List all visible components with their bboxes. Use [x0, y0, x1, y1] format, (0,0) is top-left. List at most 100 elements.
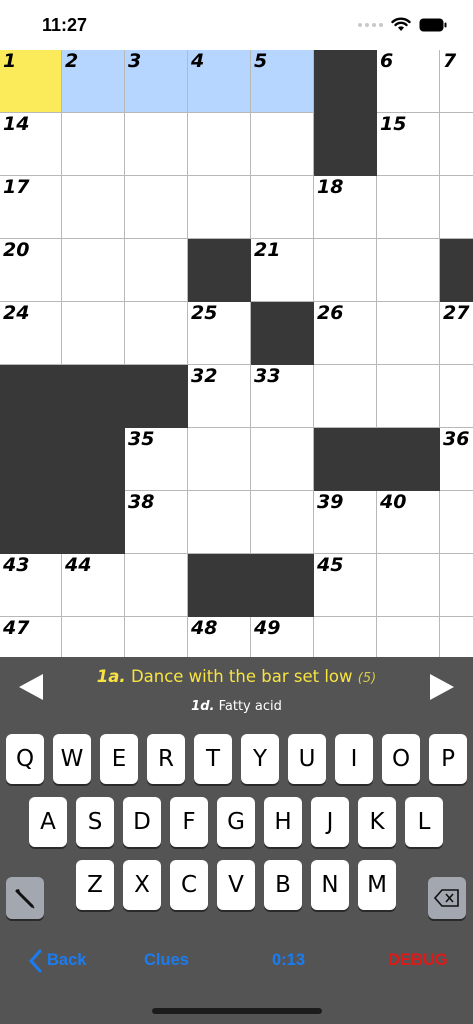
grid-cell[interactable]	[62, 617, 125, 657]
key-h[interactable]: H	[264, 797, 302, 847]
highlighted-word-cell[interactable]: 4	[188, 50, 251, 113]
grid-cell[interactable]	[125, 617, 188, 657]
grid-cell[interactable]	[440, 554, 473, 617]
grid-cell[interactable]	[188, 176, 251, 239]
key-l[interactable]: L	[405, 797, 443, 847]
grid-cell[interactable]: 26	[314, 302, 377, 365]
highlighted-word-cell[interactable]: 3	[125, 50, 188, 113]
key-j[interactable]: J	[311, 797, 349, 847]
grid-cell[interactable]	[377, 239, 440, 302]
key-t[interactable]: T	[194, 734, 232, 784]
grid-cell[interactable]: 18	[314, 176, 377, 239]
grid-cell[interactable]: 25	[188, 302, 251, 365]
grid-cell[interactable]: 7	[440, 50, 473, 113]
grid-cell[interactable]	[251, 428, 314, 491]
grid-cell[interactable]	[377, 365, 440, 428]
grid-cell[interactable]	[62, 176, 125, 239]
grid-cell[interactable]: 48	[188, 617, 251, 657]
key-c[interactable]: C	[170, 860, 208, 910]
key-s[interactable]: S	[76, 797, 114, 847]
grid-cell[interactable]: 24	[0, 302, 62, 365]
grid-cell[interactable]	[62, 239, 125, 302]
debug-button[interactable]: DEBUG	[388, 951, 448, 970]
key-i[interactable]: I	[335, 734, 373, 784]
grid-cell[interactable]: 39	[314, 491, 377, 554]
selected-cell[interactable]: 1	[0, 50, 62, 113]
crossword-grid[interactable]: 1 2 3 4 5 6 7 14 15 17 18 20 21 24 25 26 27 32 33 35 36 38 39 4…	[0, 50, 473, 657]
grid-cell[interactable]	[125, 176, 188, 239]
pencil-key[interactable]	[6, 877, 44, 919]
grid-cell[interactable]	[377, 176, 440, 239]
next-clue-arrow-icon[interactable]	[430, 674, 454, 700]
grid-cell[interactable]: 47	[0, 617, 62, 657]
key-q[interactable]: Q	[6, 734, 44, 784]
grid-cell[interactable]: 17	[0, 176, 62, 239]
key-o[interactable]: O	[382, 734, 420, 784]
delete-key[interactable]	[428, 877, 466, 919]
key-b[interactable]: B	[264, 860, 302, 910]
grid-cell[interactable]	[314, 365, 377, 428]
grid-cell[interactable]	[440, 617, 473, 657]
current-clue[interactable]: 1a. Dance with the bar set low (5)	[0, 667, 473, 686]
grid-cell[interactable]	[62, 113, 125, 176]
key-v[interactable]: V	[217, 860, 255, 910]
grid-cell[interactable]	[314, 617, 377, 657]
key-a[interactable]: A	[29, 797, 67, 847]
grid-cell[interactable]: 33	[251, 365, 314, 428]
grid-cell[interactable]	[440, 113, 473, 176]
grid-cell[interactable]	[125, 302, 188, 365]
grid-cell[interactable]: 43	[0, 554, 62, 617]
grid-cell[interactable]: 27	[440, 302, 473, 365]
back-button[interactable]: Back	[47, 951, 86, 970]
grid-cell[interactable]	[377, 617, 440, 657]
key-f[interactable]: F	[170, 797, 208, 847]
clues-button[interactable]: Clues	[144, 951, 189, 970]
grid-cell[interactable]: 35	[125, 428, 188, 491]
grid-cell[interactable]	[125, 239, 188, 302]
grid-cell[interactable]: 32	[188, 365, 251, 428]
grid-cell[interactable]	[188, 491, 251, 554]
key-r[interactable]: R	[147, 734, 185, 784]
cell-number: 21	[254, 239, 281, 261]
key-d[interactable]: D	[123, 797, 161, 847]
grid-cell[interactable]: 15	[377, 113, 440, 176]
grid-cell[interactable]: 14	[0, 113, 62, 176]
highlighted-word-cell[interactable]: 5	[251, 50, 314, 113]
key-u[interactable]: U	[288, 734, 326, 784]
grid-cell[interactable]	[440, 365, 473, 428]
grid-cell[interactable]	[251, 113, 314, 176]
highlighted-word-cell[interactable]: 2	[62, 50, 125, 113]
chevron-left-icon[interactable]	[28, 949, 42, 973]
grid-cell[interactable]	[377, 554, 440, 617]
key-x[interactable]: X	[123, 860, 161, 910]
grid-cell[interactable]	[188, 113, 251, 176]
grid-cell[interactable]	[62, 302, 125, 365]
grid-cell[interactable]: 45	[314, 554, 377, 617]
key-k[interactable]: K	[358, 797, 396, 847]
key-m[interactable]: M	[358, 860, 396, 910]
grid-cell[interactable]	[440, 176, 473, 239]
key-z[interactable]: Z	[76, 860, 114, 910]
grid-cell[interactable]	[377, 302, 440, 365]
grid-cell[interactable]	[251, 176, 314, 239]
grid-cell[interactable]: 49	[251, 617, 314, 657]
grid-cell[interactable]	[251, 491, 314, 554]
grid-cell[interactable]: 40	[377, 491, 440, 554]
grid-cell[interactable]: 6	[377, 50, 440, 113]
grid-cell[interactable]: 20	[0, 239, 62, 302]
key-e[interactable]: E	[100, 734, 138, 784]
grid-cell[interactable]: 21	[251, 239, 314, 302]
grid-cell[interactable]: 36	[440, 428, 473, 491]
grid-cell[interactable]	[125, 554, 188, 617]
grid-cell[interactable]	[188, 428, 251, 491]
grid-cell[interactable]	[125, 113, 188, 176]
key-y[interactable]: Y	[241, 734, 279, 784]
grid-cell[interactable]	[314, 239, 377, 302]
key-n[interactable]: N	[311, 860, 349, 910]
key-w[interactable]: W	[53, 734, 91, 784]
grid-cell[interactable]: 38	[125, 491, 188, 554]
grid-cell[interactable]	[440, 491, 473, 554]
grid-cell[interactable]: 44	[62, 554, 125, 617]
key-g[interactable]: G	[217, 797, 255, 847]
key-p[interactable]: P	[429, 734, 467, 784]
